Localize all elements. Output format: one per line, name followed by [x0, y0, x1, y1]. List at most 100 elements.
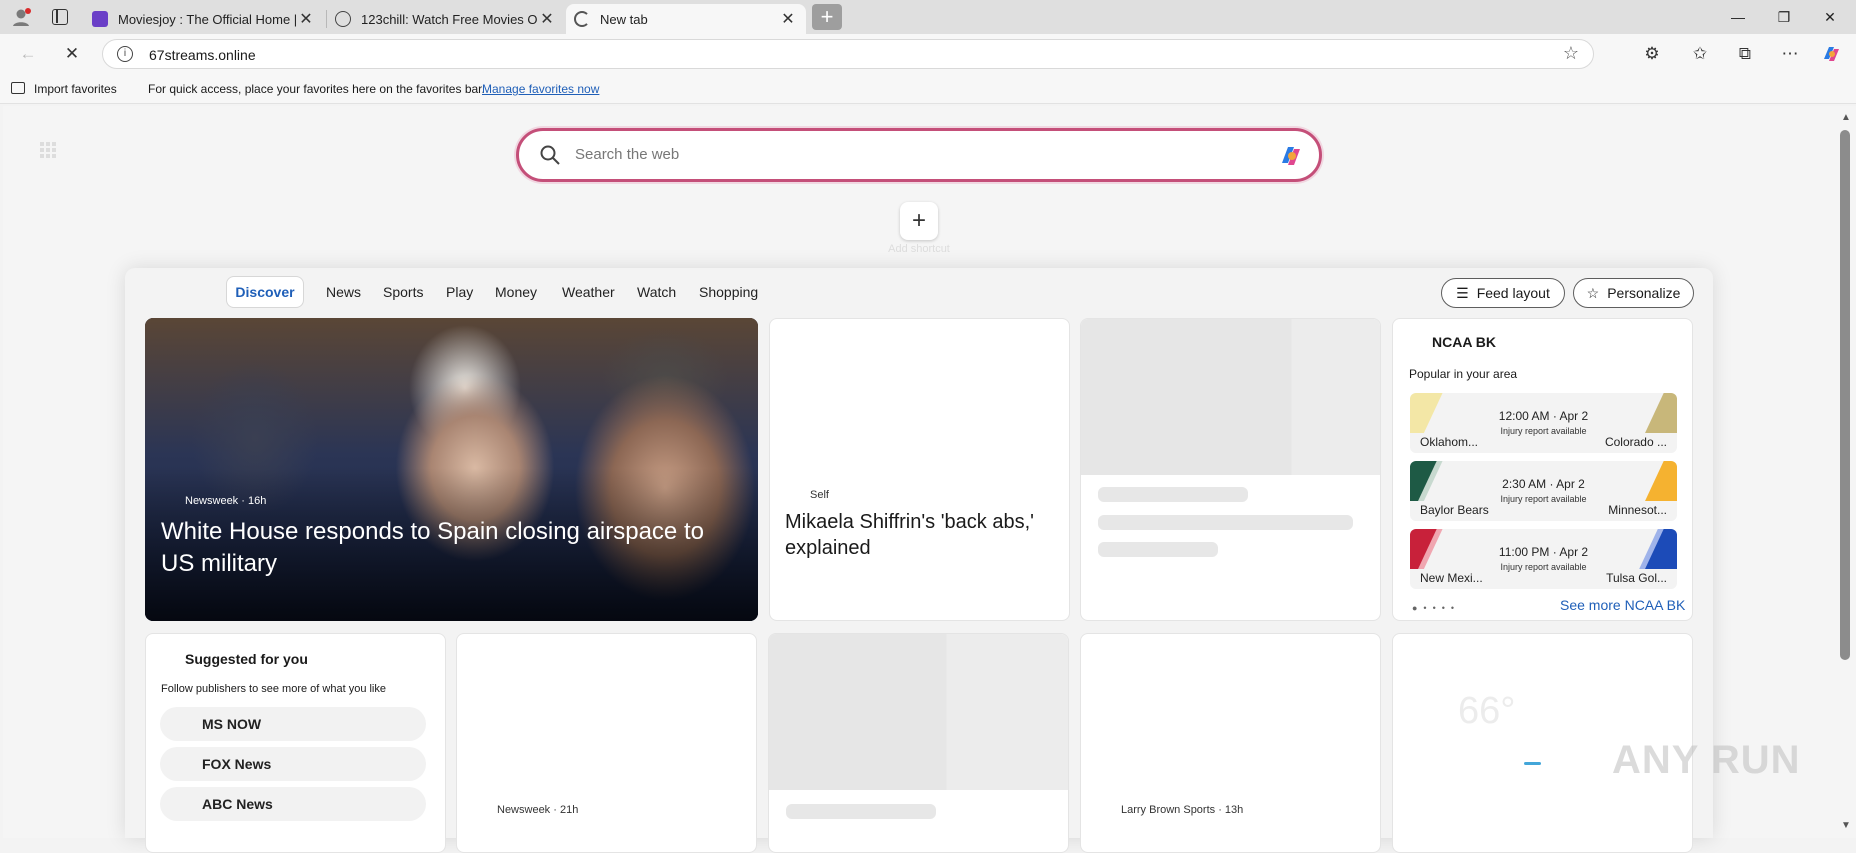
scroll-up-arrow[interactable]: ▲ [1837, 112, 1855, 123]
tab-shopping[interactable]: Shopping [699, 284, 758, 300]
game-row[interactable]: 12:00 AM · Apr 2 Injury report available… [1410, 393, 1677, 453]
personalize-button[interactable]: ☆ Personalize [1573, 278, 1694, 308]
game-time: 12:00 AM · Apr 2 [1498, 409, 1589, 423]
game-time: 2:30 AM · Apr 2 [1502, 477, 1585, 491]
hero-news-card[interactable]: Newsweek · 16h White House responds to S… [145, 318, 758, 621]
tab-title: 123chill: Watch Free Movies Online [361, 11, 537, 27]
search-box[interactable]: Search the web [516, 128, 1322, 182]
tab-title: New tab [600, 11, 648, 27]
minimize-button[interactable]: — [1715, 0, 1761, 34]
favorites-bar: Import favorites For quick access, place… [0, 74, 1856, 104]
publisher-ms-now[interactable]: MS NOW [160, 707, 426, 741]
loading-card [768, 633, 1069, 853]
weather-temp: 66° [1458, 690, 1516, 732]
publisher-abc-news[interactable]: ABC News [160, 787, 426, 821]
game-time: 11:00 PM · Apr 2 [1498, 545, 1589, 559]
scrollbar-thumb[interactable] [1840, 130, 1850, 660]
skeleton-line [786, 804, 936, 819]
close-window-button[interactable]: ✕ [1807, 0, 1853, 34]
tab-weather[interactable]: Weather [562, 284, 615, 300]
search-icon [539, 144, 561, 166]
card-source: Larry Brown Sports · 13h [1121, 804, 1244, 816]
tab-moviesjoy[interactable]: Moviesjoy : The Official Home | Mo ✕ [84, 4, 324, 34]
personalize-star-icon: ☆ [1586, 284, 1600, 301]
tab-play[interactable]: Play [446, 284, 473, 300]
card-headline[interactable]: Mikaela Shiffrin's 'back abs,' explained [785, 509, 1065, 561]
game-row[interactable]: 11:00 PM · Apr 2 Injury report available… [1410, 529, 1677, 589]
tab-money[interactable]: Money [495, 284, 537, 300]
feed-layout-label: Feed layout [1476, 285, 1550, 301]
tab-new-tab[interactable]: New tab ✕ [566, 4, 806, 34]
close-tab-icon[interactable]: ✕ [296, 9, 316, 29]
sliders-icon: ☰ [1456, 284, 1469, 301]
hero-source: Newsweek · 16h [185, 495, 267, 507]
card-source: Self [810, 489, 829, 501]
site-info-icon[interactable]: i [117, 46, 133, 62]
ncaa-subtitle: Popular in your area [1409, 367, 1518, 381]
close-tab-icon[interactable]: ✕ [537, 9, 557, 29]
copilot-icon[interactable] [1819, 42, 1843, 66]
team2-name: Tulsa Gol... [1606, 571, 1667, 585]
globe-icon [335, 11, 351, 27]
news-card-newsweek[interactable]: Newsweek · 21h [456, 633, 757, 853]
extensions-icon[interactable]: ⚙ [1640, 42, 1664, 66]
tab-news[interactable]: News [326, 284, 361, 300]
skeleton-line [1098, 515, 1353, 530]
address-bar[interactable]: i 67streams.online ☆ [102, 39, 1594, 69]
loading-bar [1524, 762, 1541, 765]
loading-spinner-icon [574, 11, 590, 27]
news-card-larry-brown[interactable]: Larry Brown Sports · 13h [1080, 633, 1381, 853]
tab-123chill[interactable]: 123chill: Watch Free Movies Online ✕ [327, 4, 565, 34]
add-shortcut-label: Add shortcut [888, 243, 950, 255]
skeleton-image [769, 634, 1068, 790]
toolbar: ← ✕ i 67streams.online ☆ ⚙ ✩ ⧉ ⋯ [0, 34, 1856, 74]
back-icon[interactable]: ← [16, 42, 40, 66]
import-favorites-button[interactable]: Import favorites [34, 82, 117, 96]
team1-name: Baylor Bears [1420, 503, 1489, 517]
copilot-search-icon[interactable] [1277, 142, 1305, 170]
carousel-dots[interactable]: ●•••• [1412, 603, 1460, 613]
favorite-star-icon[interactable]: ☆ [1563, 43, 1579, 64]
collections-icon[interactable]: ⧉ [1733, 42, 1757, 66]
suggested-title: Suggested for you [185, 651, 308, 667]
game-row[interactable]: 2:30 AM · Apr 2 Injury report available … [1410, 461, 1677, 521]
apps-launcher-icon[interactable] [40, 142, 56, 158]
moviesjoy-favicon [92, 11, 108, 27]
loading-card [1080, 318, 1381, 621]
tab-bar: Moviesjoy : The Official Home | Mo ✕ 123… [0, 0, 1856, 34]
stop-loading-icon[interactable]: ✕ [60, 42, 84, 66]
ncaa-title[interactable]: NCAA BK [1432, 334, 1496, 350]
favorites-hint: For quick access, place your favorites h… [148, 82, 485, 96]
feed-layout-button[interactable]: ☰ Feed layout [1441, 278, 1565, 308]
watermark-text: ANY RUN [1612, 738, 1801, 782]
team2-name: Minnesot... [1608, 503, 1667, 517]
url-text: 67streams.online [149, 47, 256, 63]
scroll-down-arrow[interactable]: ▼ [1837, 820, 1855, 831]
profile-icon[interactable] [10, 6, 32, 28]
skeleton-image [1081, 319, 1380, 475]
team1-name: Oklahom... [1420, 435, 1479, 449]
import-favorites-icon [11, 82, 25, 94]
tab-watch[interactable]: Watch [637, 284, 676, 300]
team1-name: New Mexi... [1420, 571, 1483, 585]
publisher-fox-news[interactable]: FOX News [160, 747, 426, 781]
hero-headline[interactable]: White House responds to Spain closing ai… [161, 516, 741, 580]
team2-name: Colorado ... [1604, 435, 1667, 449]
new-tab-button[interactable]: + [812, 4, 842, 30]
skeleton-line [1098, 487, 1248, 502]
anyrun-watermark: ANY RUN [1612, 730, 1812, 790]
favorites-icon[interactable]: ✩ [1688, 42, 1712, 66]
workspaces-icon[interactable] [52, 9, 68, 25]
card-source: Newsweek · 21h [497, 804, 579, 816]
see-more-ncaa-link[interactable]: See more NCAA BK [1560, 597, 1685, 613]
restore-button[interactable]: ❐ [1761, 0, 1807, 34]
close-tab-icon[interactable]: ✕ [778, 9, 798, 29]
tab-discover[interactable]: Discover [226, 276, 304, 308]
suggested-subtitle: Follow publishers to see more of what yo… [161, 683, 386, 695]
search-input[interactable]: Search the web [575, 146, 679, 163]
more-menu-icon[interactable]: ⋯ [1778, 42, 1802, 66]
news-card-shiffrin[interactable]: Self Mikaela Shiffrin's 'back abs,' expl… [769, 318, 1070, 621]
manage-favorites-link[interactable]: Manage favorites now [482, 82, 599, 96]
add-shortcut-button[interactable]: + [900, 202, 938, 240]
tab-sports[interactable]: Sports [383, 284, 423, 300]
